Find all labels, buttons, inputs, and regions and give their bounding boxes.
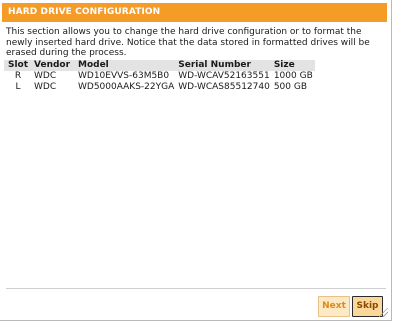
- cell-model: WD5000AAKS-22YGA: [78, 82, 175, 92]
- cell-serial-number: WD-WCAS85512740: [178, 82, 270, 92]
- cell-vendor: WDC: [34, 82, 57, 92]
- table-header-row: Slot Vendor Model Serial Number Size: [4, 60, 315, 71]
- hard-drive-config-dialog: HARD DRIVE CONFIGURATION This section al…: [0, 0, 392, 321]
- cell-size: 500 GB: [273, 82, 308, 92]
- drives-table: Slot Vendor Model Serial Number Size R W…: [4, 60, 315, 93]
- footer-divider: [6, 288, 386, 289]
- dialog-description: This section allows you to change the ha…: [6, 27, 370, 58]
- cell-model: WD10EVVS-63M5B0: [78, 71, 170, 81]
- header-slot: Slot: [4, 60, 32, 71]
- cell-vendor: WDC: [34, 71, 57, 81]
- cell-slot: L: [15, 82, 21, 92]
- header-vendor: Vendor: [32, 60, 76, 71]
- header-serial-number: Serial Number: [176, 60, 272, 71]
- resize-grip-icon[interactable]: [379, 308, 388, 317]
- cell-size: 1000 GB: [273, 71, 313, 81]
- cell-serial-number: WD-WCAV52163551: [178, 71, 270, 81]
- cell-slot: R: [14, 71, 22, 81]
- header-size: Size: [271, 60, 315, 71]
- table-row: R WDC WD10EVVS-63M5B0 WD-WCAV52163551 10…: [4, 71, 315, 82]
- next-button[interactable]: Next: [318, 296, 350, 317]
- dialog-title: HARD DRIVE CONFIGURATION: [2, 3, 387, 22]
- table-row: L WDC WD5000AAKS-22YGA WD-WCAS85512740 5…: [4, 82, 315, 93]
- header-model: Model: [76, 60, 177, 71]
